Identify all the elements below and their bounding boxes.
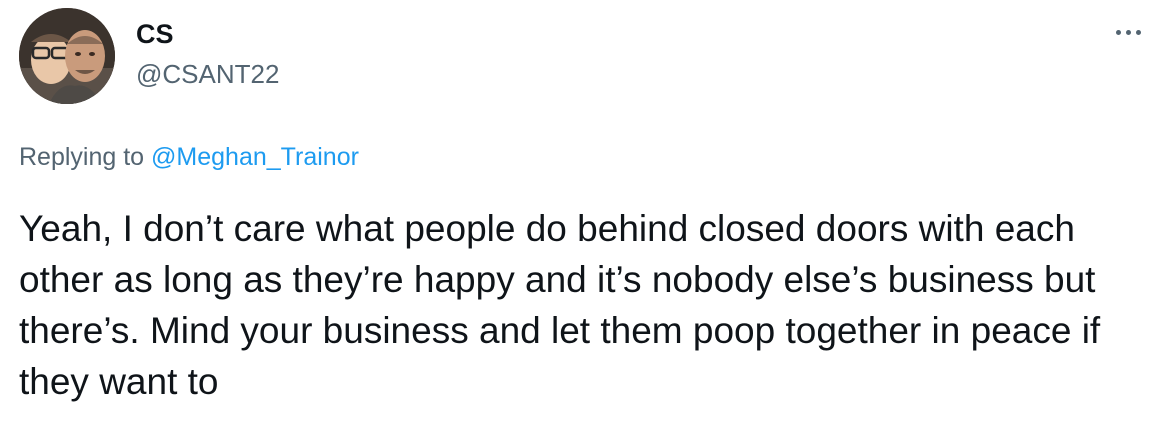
display-name[interactable]: CS [136, 18, 174, 50]
more-horizontal-icon [1135, 29, 1141, 35]
more-options-button[interactable] [1106, 16, 1150, 48]
replying-to-line: Replying to @Meghan_Trainor [19, 140, 359, 174]
mention-link[interactable]: @Meghan_Trainor [151, 143, 359, 171]
user-handle[interactable]: @CSANT22 [136, 58, 279, 90]
avatar[interactable] [19, 8, 115, 104]
more-horizontal-icon [1125, 29, 1131, 35]
tweet-text: Yeah, I don’t care what people do behind… [19, 208, 1101, 402]
replying-to-label: Replying to [19, 143, 152, 171]
avatar-photo [19, 8, 115, 104]
more-horizontal-icon [1115, 29, 1121, 35]
